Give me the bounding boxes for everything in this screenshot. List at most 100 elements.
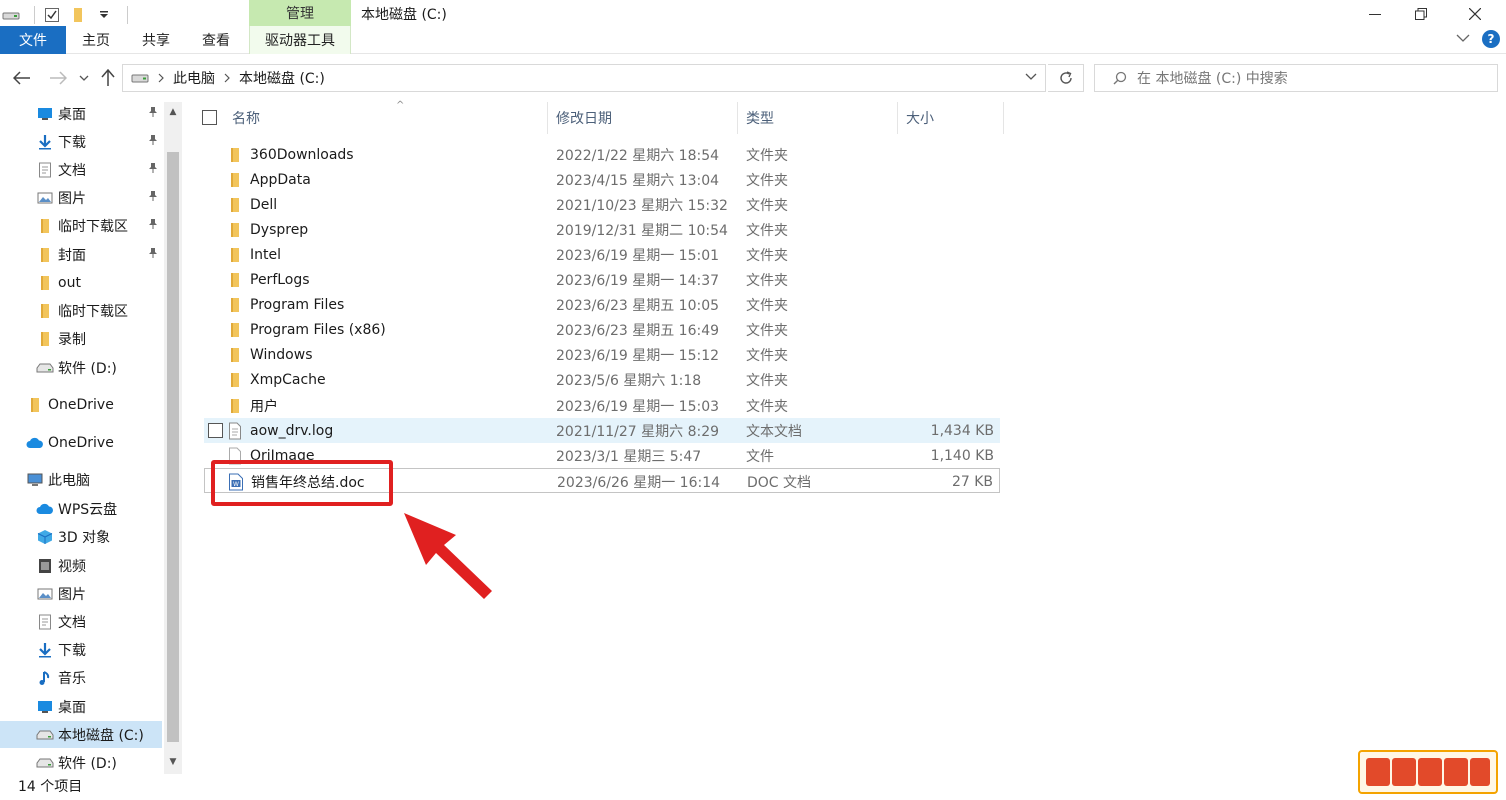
sidebar-item[interactable]: 3D 对象: [0, 523, 162, 550]
status-item-count: 14 个项目: [18, 779, 83, 795]
scroll-down-icon[interactable]: ▼: [164, 754, 182, 770]
sidebar-item[interactable]: 软件 (D:): [0, 749, 162, 774]
sidebar-item[interactable]: 录制: [0, 325, 162, 352]
select-all-checkbox[interactable]: [202, 110, 217, 125]
tab-view[interactable]: 查看: [186, 26, 246, 54]
tab-file[interactable]: 文件: [0, 26, 66, 54]
customize-qat-icon[interactable]: [95, 6, 113, 24]
search-box[interactable]: 在 本地磁盘 (C:) 中搜索: [1094, 64, 1498, 92]
picture-icon: [36, 586, 54, 602]
video-icon: [36, 558, 54, 574]
minimize-button[interactable]: [1352, 0, 1398, 28]
sidebar-item[interactable]: 本地磁盘 (C:): [0, 721, 162, 748]
sidebar-item[interactable]: 临时下载区: [0, 212, 162, 239]
desktop-icon: [36, 106, 54, 122]
file-row[interactable]: Program Files 2023/6/23 星期五 10:05 文件夹: [204, 293, 1000, 318]
back-button[interactable]: [10, 66, 34, 90]
sidebar-item[interactable]: 文档: [0, 608, 162, 635]
file-row[interactable]: Dell 2021/10/23 星期六 15:32 文件夹: [204, 192, 1000, 217]
tab-drive-tools[interactable]: 驱动器工具: [249, 26, 351, 54]
folder-icon: [226, 196, 244, 214]
pin-icon: [148, 134, 158, 149]
new-folder-icon[interactable]: [69, 6, 87, 24]
sidebar-item[interactable]: 桌面: [0, 102, 162, 127]
up-button[interactable]: [96, 66, 120, 90]
file-type: 文件夹: [746, 323, 788, 340]
restore-button[interactable]: [1398, 0, 1444, 28]
sidebar-item[interactable]: 此电脑: [0, 466, 162, 493]
expand-ribbon-icon[interactable]: [1456, 31, 1470, 47]
tab-share[interactable]: 共享: [126, 26, 186, 54]
file-date: 2021/11/27 星期六 8:29: [556, 423, 720, 440]
sidebar-item[interactable]: WPS云盘: [0, 495, 162, 522]
breadcrumb-this-pc[interactable]: 此电脑: [173, 68, 215, 88]
forward-button[interactable]: [46, 66, 70, 90]
window-title: 本地磁盘 (C:): [361, 7, 447, 23]
file-row[interactable]: aow_drv.log 2021/11/27 星期六 8:29 文本文档 1,434 …: [204, 418, 1000, 444]
title-bar: 管理 本地磁盘 (C:): [0, 0, 1506, 28]
file-row[interactable]: PerfLogs 2023/6/19 星期一 14:37 文件夹: [204, 268, 1000, 293]
column-name[interactable]: ^ 名称: [224, 100, 548, 134]
sidebar-item[interactable]: 软件 (D:): [0, 354, 162, 381]
drive-icon: [36, 727, 54, 743]
sidebar-scrollbar[interactable]: ▲ ▼: [164, 102, 182, 774]
column-size[interactable]: 大小: [898, 102, 1004, 134]
file-type: 文件夹: [746, 273, 788, 289]
file-name-cell: AppData: [226, 167, 311, 192]
sidebar-item[interactable]: 封面: [0, 241, 162, 268]
sidebar-item-label: 软件 (D:): [58, 755, 117, 772]
file-row[interactable]: 用户 2023/6/19 星期一 15:03 文件夹: [204, 393, 1000, 418]
file-name-cell: aow_drv.log: [226, 418, 333, 443]
qat-separator: [34, 6, 35, 24]
file-row[interactable]: Windows 2023/6/19 星期一 15:12 文件夹: [204, 343, 1000, 368]
cube-icon: [36, 529, 54, 545]
file-row[interactable]: AppData 2023/4/15 星期六 13:04 文件夹: [204, 167, 1000, 192]
column-date[interactable]: 修改日期: [548, 102, 738, 134]
file-row[interactable]: 360Downloads 2022/1/22 星期六 18:54 文件夹: [204, 142, 1000, 167]
sidebar-item[interactable]: 图片: [0, 184, 162, 211]
help-button[interactable]: ?: [1482, 30, 1500, 48]
sidebar-item-label: 文档: [58, 162, 86, 179]
sidebar-item[interactable]: OneDrive: [0, 429, 162, 456]
sidebar-item[interactable]: 临时下载区: [0, 297, 162, 324]
column-type[interactable]: 类型: [738, 102, 898, 134]
scroll-up-icon[interactable]: ▲: [164, 104, 182, 120]
sidebar-item[interactable]: 下载: [0, 128, 162, 155]
file-size: 27 KB: [951, 473, 993, 490]
folder-icon: [36, 275, 54, 291]
sidebar-item[interactable]: 下载: [0, 636, 162, 663]
scrollbar-thumb[interactable]: [167, 152, 179, 742]
file-row[interactable]: Program Files (x86) 2023/6/23 星期五 16:49 文件…: [204, 318, 1000, 343]
recent-locations-button[interactable]: [76, 66, 92, 90]
file-type: 文件夹: [746, 373, 788, 390]
properties-check-icon[interactable]: [43, 6, 61, 24]
sidebar-item[interactable]: 桌面: [0, 693, 162, 720]
tab-home[interactable]: 主页: [66, 26, 126, 54]
file-row[interactable]: Dysprep 2019/12/31 星期二 10:54 文件夹: [204, 217, 1000, 242]
sidebar-item[interactable]: 音乐: [0, 664, 162, 691]
manage-contextual-tab[interactable]: 管理: [249, 0, 351, 26]
sidebar-item-label: 音乐: [58, 670, 86, 687]
breadcrumb-local-disk[interactable]: 本地磁盘 (C:): [239, 68, 325, 88]
file-name: aow_drv.log: [250, 422, 334, 439]
close-button[interactable]: [1452, 0, 1498, 28]
qat-separator: [127, 6, 128, 24]
file-date: 2023/6/23 星期五 10:05: [556, 298, 720, 315]
file-row[interactable]: Intel 2023/6/19 星期一 15:01 文件夹: [204, 242, 1000, 267]
cloud-icon: [26, 435, 44, 451]
sidebar-item[interactable]: 视频: [0, 552, 162, 579]
address-bar[interactable]: 此电脑 本地磁盘 (C:): [122, 64, 1046, 92]
file-name: 用户: [250, 398, 278, 415]
file-row[interactable]: XmpCache 2023/5/6 星期六 1:18 文件夹: [204, 368, 1000, 393]
sidebar-item-label: 桌面: [58, 106, 86, 123]
sidebar-item[interactable]: out: [0, 269, 162, 296]
file-name-cell: 360Downloads: [226, 142, 354, 167]
sidebar-item[interactable]: 文档: [0, 156, 162, 183]
address-dropdown-icon[interactable]: [1025, 69, 1037, 85]
file-type: 文件夹: [746, 172, 788, 189]
sidebar-item[interactable]: OneDrive: [0, 391, 162, 418]
sidebar-item[interactable]: 图片: [0, 580, 162, 607]
row-checkbox[interactable]: [208, 423, 223, 439]
refresh-button[interactable]: [1048, 64, 1084, 92]
picture-icon: [36, 190, 54, 206]
